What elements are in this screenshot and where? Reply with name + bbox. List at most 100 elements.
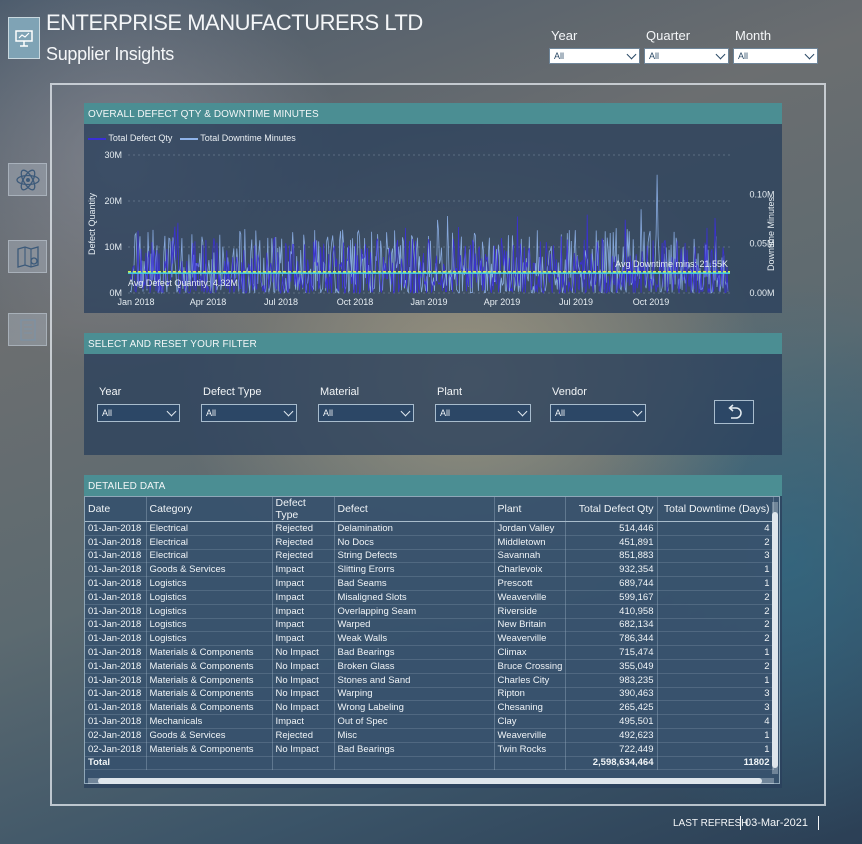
cell-total-downtime: 3 — [657, 687, 774, 702]
filter-year-label: Year — [99, 386, 122, 398]
cell-total-downtime: 1 — [657, 742, 774, 757]
cell-plant: New Britain — [494, 618, 566, 633]
table-row[interactable]: 02-Jan-2018 Materials & Components No Impa… — [85, 742, 774, 757]
table-row[interactable]: 01-Jan-2018 Materials & Components No Impa… — [85, 673, 774, 688]
filter-year-slicer[interactable]: All — [97, 404, 180, 422]
table-row[interactable]: 01-Jan-2018 Logistics Impact Overlapping Se… — [85, 604, 774, 619]
table-body: 01-Jan-2018 Electrical Rejected Delaminatio… — [85, 521, 774, 757]
table-row[interactable]: 02-Jan-2018 Goods & Services Rejected Misc W… — [85, 728, 774, 743]
cell-total-downtime: 1 — [657, 728, 774, 743]
detail-table-container[interactable]: Date Category Defect Type Defect Plant T… — [84, 496, 780, 784]
chevron-down-icon — [804, 49, 815, 59]
cell-defect: Stones and Sand — [334, 673, 495, 688]
column-header-date[interactable]: Date — [85, 497, 147, 522]
column-header-plant[interactable]: Plant — [494, 497, 566, 522]
cell-plant: Clay — [494, 714, 566, 729]
reset-filters-button[interactable] — [714, 400, 754, 424]
column-header-defect-type[interactable]: Defect Type — [272, 497, 335, 522]
cell-total-defect-qty: 682,134 — [565, 618, 658, 633]
chart-panel: OVERALL DEFECT QTY & DOWNTIME MINUTES To… — [84, 103, 782, 313]
cell-defect-type: Rejected — [272, 521, 335, 536]
cell-total-downtime: 1 — [657, 645, 774, 660]
x-tick-label: Oct 2018 — [337, 297, 374, 307]
column-header-total-defect-qty[interactable]: Total Defect Qty — [565, 497, 658, 522]
table-vertical-scroll-thumb[interactable] — [772, 512, 778, 768]
filter-plant-slicer[interactable]: All — [435, 404, 531, 422]
nav-map-button[interactable] — [8, 240, 47, 273]
cell-date: 01-Jan-2018 — [85, 521, 147, 536]
document-icon — [19, 318, 36, 341]
cell-category: Electrical — [146, 521, 273, 536]
filter-vendor-value: All — [555, 408, 566, 418]
cell-total-defect-qty: 715,474 — [565, 645, 658, 660]
table-row[interactable]: 01-Jan-2018 Logistics Impact Misaligned Slo… — [85, 590, 774, 605]
cell-total-defect-qty: 983,235 — [565, 673, 658, 688]
table-row[interactable]: 01-Jan-2018 Mechanicals Impact Out of Spec C… — [85, 714, 774, 729]
cell-defect: Bad Bearings — [334, 645, 495, 660]
cell-defect: Bad Seams — [334, 576, 495, 591]
cell-category: Logistics — [146, 618, 273, 633]
cell-defect: Warping — [334, 687, 495, 702]
nav-report-button[interactable] — [8, 313, 47, 346]
cell-defect: Bad Bearings — [334, 742, 495, 757]
table-row[interactable]: 01-Jan-2018 Materials & Components No Impa… — [85, 659, 774, 674]
cell-date: 01-Jan-2018 — [85, 549, 147, 564]
cell-defect-type: Rejected — [272, 549, 335, 564]
cell-plant: Jordan Valley — [494, 521, 566, 536]
cell-total-defect-qty: 355,049 — [565, 659, 658, 674]
cell-defect: Weak Walls — [334, 631, 495, 647]
cell-defect-type: Impact — [272, 604, 335, 619]
cell-category: Goods & Services — [146, 562, 273, 578]
table-row[interactable]: 01-Jan-2018 Materials & Components No Impa… — [85, 687, 774, 702]
cell-plant: Prescott — [494, 576, 566, 591]
cell-defect-type: No Impact — [272, 659, 335, 674]
cell-category: Materials & Components — [146, 673, 273, 688]
total-downtime: 11802 — [657, 755, 774, 771]
table-row[interactable]: 01-Jan-2018 Electrical Rejected Delaminatio… — [85, 521, 774, 536]
table-row[interactable]: 01-Jan-2018 Goods & Services Impact Slittin… — [85, 562, 774, 578]
avg-defect-label: Avg Defect Quantity: 4.32M — [128, 278, 238, 288]
cell-category: Mechanicals — [146, 714, 273, 729]
filter-material-slicer[interactable]: All — [318, 404, 414, 422]
table-row[interactable]: 01-Jan-2018 Logistics Impact Warped New Brit… — [85, 618, 774, 633]
filter-defect-type-value: All — [206, 408, 217, 418]
cell-plant: Climax — [494, 645, 566, 660]
cell-category: Logistics — [146, 590, 273, 605]
filter-defect-type-slicer[interactable]: All — [201, 404, 297, 422]
table-row[interactable]: 01-Jan-2018 Materials & Components No Impa… — [85, 700, 774, 716]
cell-defect-type: No Impact — [272, 742, 335, 757]
nav-atom-button[interactable] — [8, 163, 47, 196]
chevron-down-icon — [166, 406, 177, 416]
table-row[interactable]: 01-Jan-2018 Materials & Components No Impa… — [85, 645, 774, 660]
total-defect-qty: 2,598,634,464 — [565, 755, 658, 771]
filter-vendor-slicer[interactable]: All — [550, 404, 646, 422]
chevron-down-icon — [400, 406, 411, 416]
column-header-defect[interactable]: Defect — [334, 497, 495, 522]
month-slicer[interactable]: All — [733, 48, 818, 64]
year-slicer[interactable]: All — [549, 48, 640, 64]
column-header-total-downtime[interactable]: Total Downtime (Days) — [657, 497, 774, 522]
atom-icon — [15, 169, 40, 190]
cell-defect: Misc — [334, 728, 495, 743]
cell-category: Materials & Components — [146, 645, 273, 660]
table-row[interactable]: 01-Jan-2018 Logistics Impact Bad Seams Presc… — [85, 576, 774, 591]
quarter-slicer[interactable]: All — [644, 48, 729, 64]
filter-panel: SELECT AND RESET YOUR FILTER — [84, 333, 782, 455]
table-row[interactable]: 01-Jan-2018 Electrical Rejected String Defe… — [85, 549, 774, 564]
table-row[interactable]: 01-Jan-2018 Electrical Rejected No Docs Midd… — [85, 535, 774, 550]
cell-plant: Charles City — [494, 673, 566, 688]
table-horizontal-scroll-thumb[interactable] — [98, 778, 762, 784]
cell-defect: Warped — [334, 618, 495, 633]
table-row[interactable]: 01-Jan-2018 Logistics Impact Weak Walls Weav… — [85, 631, 774, 647]
cell-defect: String Defects — [334, 549, 495, 564]
cell-total-defect-qty: 514,446 — [565, 521, 658, 536]
cell-category: Electrical — [146, 535, 273, 550]
y-tick-label: 20M — [104, 196, 122, 206]
cell-defect-type: No Impact — [272, 700, 335, 716]
cell-plant: Ripton — [494, 687, 566, 702]
last-refresh-label: LAST REFRESH — [673, 818, 749, 829]
cell-defect-type: No Impact — [272, 645, 335, 660]
cell-total-defect-qty: 451,891 — [565, 535, 658, 550]
column-header-category[interactable]: Category — [146, 497, 273, 522]
cell-defect-type: Impact — [272, 714, 335, 729]
